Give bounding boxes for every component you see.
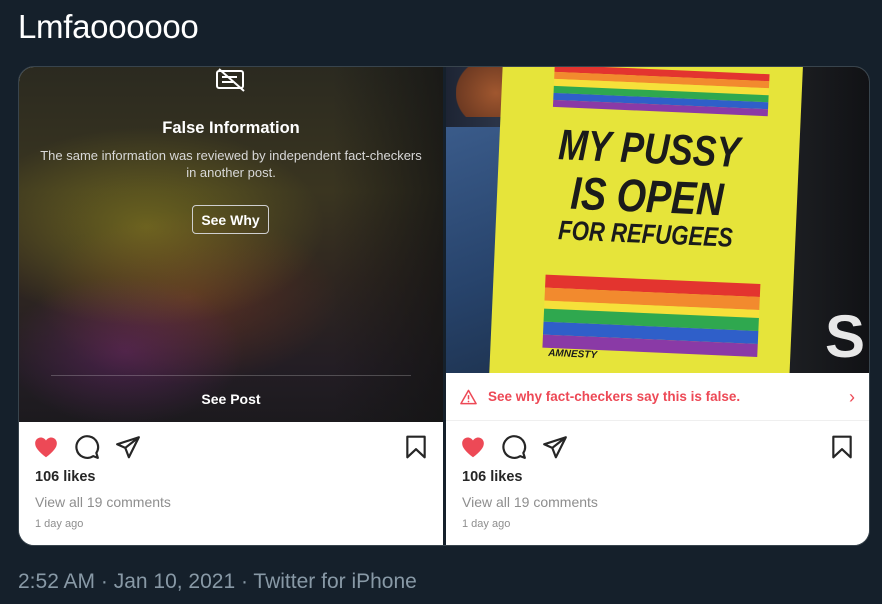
left-post: False Information The same information w… xyxy=(19,67,443,545)
protest-sign: MY PUSSY IS OPEN FOR REFUGEES AMNESTY xyxy=(488,67,804,373)
post-timestamp: 1 day ago xyxy=(462,518,511,530)
background-letter: S xyxy=(824,303,865,370)
fact-check-banner-text[interactable]: See why fact-checkers say this is false. xyxy=(488,389,740,404)
see-post-button[interactable]: See Post xyxy=(19,391,443,407)
bookmark-icon[interactable] xyxy=(829,434,855,460)
amnesty-logo: AMNESTY xyxy=(547,347,598,361)
fact-check-title: False Information xyxy=(162,119,300,137)
action-bar: 106 likes View all 19 comments 1 day ago xyxy=(19,422,443,545)
rainbow-stripes-top xyxy=(552,67,770,117)
comment-icon[interactable] xyxy=(501,434,527,460)
divider xyxy=(51,375,411,376)
bookmark-icon[interactable] xyxy=(403,434,429,460)
media-grid[interactable]: False Information The same information w… xyxy=(18,66,870,546)
post-timestamp: 1 day ago xyxy=(35,518,84,530)
share-icon[interactable] xyxy=(115,434,141,460)
fact-check-description: The same information was reviewed by ind… xyxy=(40,148,422,180)
fact-check-overlay: False Information The same information w… xyxy=(19,67,443,422)
right-post: S MY PUSSY IS OPEN FOR REFUGEES AMNESTY xyxy=(446,67,869,545)
share-icon[interactable] xyxy=(542,434,568,460)
comment-icon[interactable] xyxy=(74,434,100,460)
chevron-right-icon[interactable]: › xyxy=(849,387,855,408)
fact-check-icon xyxy=(216,68,245,92)
likes-count[interactable]: 106 likes xyxy=(462,469,522,485)
view-comments-link[interactable]: View all 19 comments xyxy=(35,494,171,510)
heart-icon[interactable] xyxy=(460,434,486,460)
view-comments-link[interactable]: View all 19 comments xyxy=(462,494,598,510)
post-photo[interactable]: S MY PUSSY IS OPEN FOR REFUGEES AMNESTY xyxy=(446,67,869,373)
warning-icon xyxy=(460,389,477,405)
fact-check-banner[interactable]: See why fact-checkers say this is false.… xyxy=(446,373,869,421)
action-bar: 106 likes View all 19 comments 1 day ago xyxy=(446,422,869,545)
rainbow-stripes-bottom xyxy=(542,274,761,357)
tweet-text: Lmfaoooooo xyxy=(18,8,199,45)
see-why-button[interactable]: See Why xyxy=(192,205,269,234)
likes-count[interactable]: 106 likes xyxy=(35,469,95,485)
heart-icon[interactable] xyxy=(33,434,59,460)
tweet-metadata[interactable]: 2:52 AM · Jan 10, 2021 · Twitter for iPh… xyxy=(18,570,417,594)
